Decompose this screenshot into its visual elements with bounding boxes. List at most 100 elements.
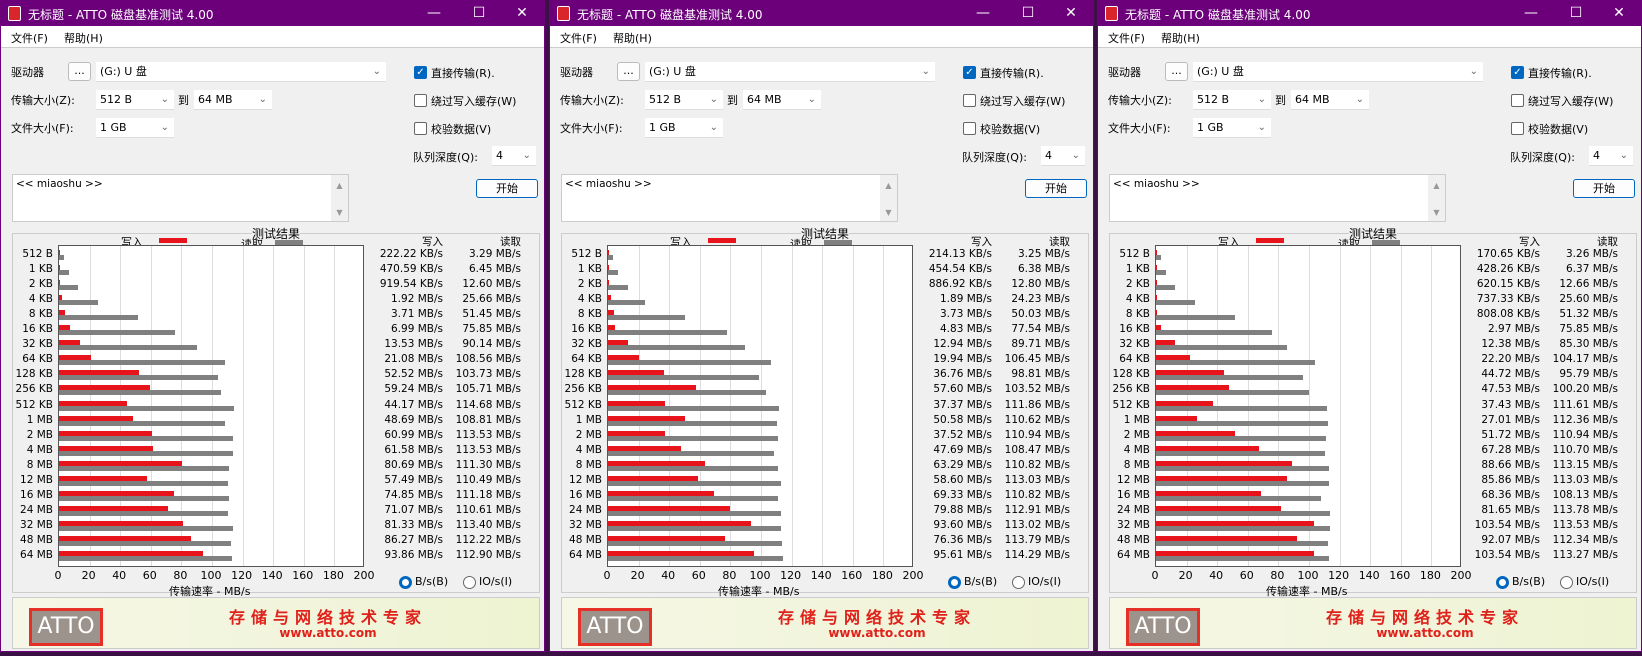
read-bar (608, 450, 774, 456)
verify-checkbox[interactable] (963, 122, 976, 135)
write-column-header: 写入 (422, 236, 443, 248)
scroll-up-icon[interactable]: ▲ (331, 181, 348, 190)
row-label: 256 KB (15, 383, 53, 396)
read-value: 3.29 MB/s (469, 248, 521, 260)
x-tick-label: 20 (81, 569, 96, 582)
bytes-radio[interactable] (399, 576, 412, 589)
close-icon[interactable]: ✕ (1599, 3, 1639, 23)
read-value: 3.25 MB/s (1018, 248, 1070, 260)
browse-button[interactable]: ... (68, 62, 91, 81)
title-bar[interactable]: 无标题 - ATTO 磁盘基准测试 4.00 — ☐ ✕ (1098, 1, 1641, 26)
menu-help[interactable]: 帮助(H) (613, 30, 652, 46)
title-bar[interactable]: 无标题 - ATTO 磁盘基准测试 4.00 — ☐ ✕ (1, 1, 544, 26)
start-button[interactable]: 开始 (1025, 179, 1087, 198)
close-icon[interactable]: ✕ (502, 3, 542, 23)
transfer-from-select[interactable]: 512 B ⌄ (645, 90, 723, 110)
maximize-icon[interactable]: ☐ (1556, 3, 1596, 23)
write-value: 76.36 MB/s (933, 533, 992, 546)
description-textarea[interactable]: << miaoshu >> ▲ ▼ (561, 174, 898, 222)
to-label: 到 (1275, 94, 1286, 107)
read-value: 110.49 MB/s (455, 473, 521, 486)
scroll-up-icon[interactable]: ▲ (1428, 181, 1445, 190)
file-size-select[interactable]: 1 GB ⌄ (645, 118, 723, 138)
atto-banner[interactable]: ATTO 存储与网络技术专家 www.atto.com (12, 597, 540, 649)
queue-depth-select[interactable]: 4 ⌄ (1041, 146, 1085, 166)
io-radio[interactable] (463, 576, 476, 589)
menu-file[interactable]: 文件(F) (560, 30, 597, 46)
read-column-header: 读取 (500, 236, 521, 248)
bytes-radio[interactable] (948, 576, 961, 589)
scroll-down-icon[interactable]: ▼ (331, 208, 348, 217)
transfer-to-value: 64 MB (747, 93, 782, 106)
atto-banner[interactable]: ATTO 存储与网络技术专家 www.atto.com (561, 597, 1089, 649)
atto-logo: ATTO (29, 608, 103, 646)
queue-depth-select[interactable]: 4 ⌄ (492, 146, 536, 166)
maximize-icon[interactable]: ☐ (459, 3, 499, 23)
bytes-radio-label: B/s(B) (964, 575, 998, 588)
direct-io-checkbox[interactable]: ✓ (963, 66, 976, 79)
description-textarea[interactable]: << miaoshu >> ▲ ▼ (12, 174, 349, 222)
read-value: 3.26 MB/s (1566, 248, 1618, 260)
verify-checkbox[interactable] (414, 122, 427, 135)
chevron-down-icon: ⌄ (372, 66, 381, 77)
transfer-from-select[interactable]: 512 B ⌄ (96, 90, 174, 110)
bypass-cache-checkbox[interactable] (963, 94, 976, 107)
queue-depth-label: 队列深度(Q): (1510, 151, 1575, 164)
minimize-icon[interactable]: — (963, 3, 1003, 23)
menu-help[interactable]: 帮助(H) (64, 30, 103, 46)
transfer-from-select[interactable]: 512 B ⌄ (1193, 90, 1271, 110)
file-size-select[interactable]: 1 GB ⌄ (96, 118, 174, 138)
transfer-to-select[interactable]: 64 MB ⌄ (1291, 90, 1369, 110)
file-size-select[interactable]: 1 GB ⌄ (1193, 118, 1271, 138)
row-label: 24 MB (1117, 503, 1150, 516)
start-button[interactable]: 开始 (1573, 179, 1635, 198)
scrollbar[interactable]: ▲ ▼ (1428, 175, 1445, 221)
atto-banner[interactable]: ATTO 存储与网络技术专家 www.atto.com (1109, 597, 1637, 649)
direct-io-checkbox[interactable]: ✓ (1511, 66, 1524, 79)
close-icon[interactable]: ✕ (1051, 3, 1091, 23)
write-value: 886.92 KB/s (928, 278, 992, 291)
verify-checkbox[interactable] (1511, 122, 1524, 135)
row-label: 2 MB (1123, 428, 1150, 441)
row-label: 8 MB (1123, 458, 1150, 471)
browse-button[interactable]: ... (617, 62, 640, 81)
read-value: 113.02 MB/s (1004, 518, 1070, 531)
bytes-radio[interactable] (1496, 576, 1509, 589)
bypass-cache-checkbox[interactable] (1511, 94, 1524, 107)
drive-select[interactable]: (G:) U 盘 ⌄ (645, 62, 935, 82)
write-value: 63.29 MB/s (933, 458, 992, 471)
menu-file[interactable]: 文件(F) (11, 30, 48, 46)
drive-select[interactable]: (G:) U 盘 ⌄ (1193, 62, 1483, 82)
banner-url[interactable]: www.atto.com (712, 626, 1042, 640)
maximize-icon[interactable]: ☐ (1008, 3, 1048, 23)
description-textarea[interactable]: << miaoshu >> ▲ ▼ (1109, 174, 1446, 222)
start-button[interactable]: 开始 (476, 179, 538, 198)
atto-window: 无标题 - ATTO 磁盘基准测试 4.00 — ☐ ✕ 文件(F) 帮助(H)… (549, 0, 1094, 652)
scroll-down-icon[interactable]: ▼ (880, 208, 897, 217)
menu-help[interactable]: 帮助(H) (1161, 30, 1200, 46)
io-radio[interactable] (1560, 576, 1573, 589)
scrollbar[interactable]: ▲ ▼ (331, 175, 348, 221)
direct-io-checkbox[interactable]: ✓ (414, 66, 427, 79)
scroll-down-icon[interactable]: ▼ (1428, 208, 1445, 217)
banner-url[interactable]: www.atto.com (163, 626, 493, 640)
transfer-to-select[interactable]: 64 MB ⌄ (743, 90, 821, 110)
menu-file[interactable]: 文件(F) (1108, 30, 1145, 46)
bypass-cache-checkbox[interactable] (414, 94, 427, 107)
drive-select[interactable]: (G:) U 盘 ⌄ (96, 62, 386, 82)
row-label: 48 MB (1117, 533, 1150, 546)
write-value: 52.52 MB/s (384, 368, 443, 381)
scrollbar[interactable]: ▲ ▼ (880, 175, 897, 221)
banner-url[interactable]: www.atto.com (1260, 626, 1590, 640)
scroll-up-icon[interactable]: ▲ (880, 181, 897, 190)
write-value: 808.08 KB/s (1476, 308, 1540, 321)
transfer-to-select[interactable]: 64 MB ⌄ (194, 90, 272, 110)
browse-button[interactable]: ... (1165, 62, 1188, 81)
row-label: 8 KB (577, 308, 602, 321)
io-radio[interactable] (1012, 576, 1025, 589)
minimize-icon[interactable]: — (1511, 3, 1551, 23)
row-label: 32 KB (571, 338, 602, 351)
minimize-icon[interactable]: — (414, 3, 454, 23)
title-bar[interactable]: 无标题 - ATTO 磁盘基准测试 4.00 — ☐ ✕ (550, 1, 1093, 26)
queue-depth-select[interactable]: 4 ⌄ (1589, 146, 1633, 166)
